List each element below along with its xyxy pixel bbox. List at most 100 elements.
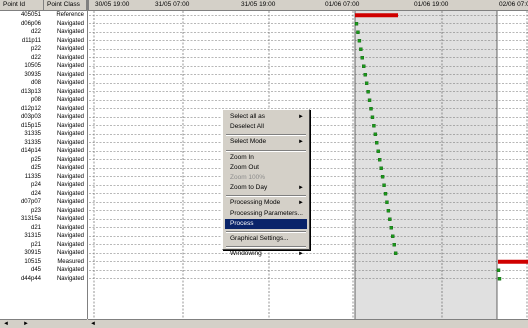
point-class-cell: Navigated — [56, 97, 84, 103]
navigated-marker — [393, 251, 398, 255]
time-tick-label: 02/06 07:00 — [499, 1, 528, 8]
point-class-cell: Navigated — [56, 114, 84, 120]
table-row[interactable]: d21 Navigated — [0, 224, 87, 232]
point-class-cell: Measured — [57, 258, 84, 265]
menu-item-windowing[interactable]: Windowing ► — [225, 249, 307, 259]
table-row[interactable]: d14p14 Navigated — [0, 147, 87, 155]
point-class-cell: Navigated — [56, 182, 84, 188]
point-class-cell: Navigated — [56, 165, 84, 171]
menu-item-zoom-100[interactable]: Zoom 100% — [225, 173, 307, 183]
point-id-cell: 11335 — [24, 173, 41, 180]
time-tick-label: 01/06 19:00 — [414, 1, 449, 8]
point-id-cell: 31315a — [20, 216, 41, 222]
submenu-arrow-icon: ► — [298, 200, 304, 207]
table-row[interactable]: d24 Navigated — [0, 190, 87, 198]
table-row[interactable]: d44p44 Navigated — [0, 275, 87, 283]
table-row[interactable]: 31335 Navigated — [0, 130, 87, 138]
table-row[interactable]: d15p15 Navigated — [0, 122, 87, 130]
navigated-marker — [385, 200, 389, 204]
table-row[interactable]: d25 Navigated — [0, 164, 87, 172]
table-row[interactable]: 30915 Navigated — [0, 249, 87, 257]
table-row[interactable]: p21 Navigated — [0, 241, 87, 249]
menu-item-label: Graphical Settings... — [230, 235, 289, 242]
table-row[interactable]: d22 Navigated — [0, 28, 87, 36]
submenu-arrow-icon: ► — [298, 251, 304, 258]
point-class-cell: Navigated — [56, 250, 84, 256]
navigated-marker — [363, 73, 367, 77]
point-class-cell: Navigated — [56, 199, 84, 205]
point-id-cell: d25 — [30, 165, 41, 171]
point-class-cell: Navigated — [56, 139, 84, 146]
menu-separator — [226, 195, 306, 198]
menu-item-label: Zoom In — [230, 153, 254, 161]
navigated-marker — [372, 124, 376, 128]
submenu-arrow-icon: ► — [298, 185, 304, 192]
table-row[interactable]: p22 Navigated — [0, 45, 87, 53]
column-header-point-id[interactable]: Point Id — [0, 0, 44, 10]
table-row[interactable]: d13p13 Navigated — [0, 88, 87, 96]
point-id-cell: p21 — [30, 241, 41, 248]
table-row[interactable]: p23 Navigated — [0, 207, 87, 215]
table-row[interactable]: 11335 Navigated — [0, 173, 87, 181]
menu-item-processing-mode[interactable]: Processing Mode ► — [225, 198, 307, 208]
table-row[interactable]: p24 Navigated — [0, 181, 87, 189]
table-row[interactable]: d45 Navigated — [0, 266, 87, 274]
menu-item-deselect-all[interactable]: Deselect All — [225, 122, 307, 132]
table-row[interactable]: 405051 Reference — [0, 11, 87, 19]
table-row[interactable]: d07p07 Navigated — [0, 198, 87, 206]
table-row[interactable]: d11p11 Navigated — [0, 37, 87, 45]
point-id-cell: 405051 — [20, 12, 41, 18]
table-row[interactable]: 31335 Navigated — [0, 139, 87, 147]
point-id-cell: d07p07 — [20, 199, 41, 205]
table-row[interactable]: d12p12 Navigated — [0, 105, 87, 113]
table-row[interactable]: p08 Navigated — [0, 96, 87, 104]
point-id-cell: d45 — [30, 267, 41, 273]
menu-item-label: Deselect All — [230, 123, 264, 131]
menu-item-process[interactable]: Process — [225, 218, 307, 229]
point-id-cell: p25 — [30, 156, 41, 163]
point-class-cell: Navigated — [56, 156, 84, 163]
point-class-cell: Navigated — [56, 131, 84, 137]
menu-item-zoom-out[interactable]: Zoom Out — [225, 163, 307, 173]
point-class-cell: Navigated — [56, 71, 84, 78]
table-row[interactable]: 31315 Navigated — [0, 232, 87, 240]
point-id-cell: d22 — [30, 54, 41, 61]
table-row[interactable]: 31315a Navigated — [0, 215, 87, 223]
timeline-horizontal-scrollbar[interactable]: ◄ — [88, 319, 528, 327]
column-header-point-class[interactable]: Point Class — [44, 0, 87, 10]
submenu-arrow-icon: ► — [298, 114, 304, 120]
point-class-cell: Navigated — [56, 173, 84, 180]
table-row[interactable]: 30935 Navigated — [0, 71, 87, 79]
menu-item-select-mode[interactable]: Select Mode ► — [225, 137, 307, 147]
context-menu: Select all as ► Deselect All Select Mode ► Zo… — [222, 109, 310, 257]
table-row[interactable]: d03p03 Navigated — [0, 113, 87, 121]
table-row[interactable]: d08 Navigated — [0, 79, 87, 87]
point-id-cell: 31335 — [24, 139, 41, 146]
menu-item-processing-parameters[interactable]: Processing Parameters... — [225, 209, 307, 219]
time-tick-label: 30/05 19:00 — [95, 1, 130, 8]
point-id-cell: d15p15 — [20, 122, 41, 129]
navigated-marker — [364, 81, 369, 85]
point-table: Point Id Point Class 405051 Reference d06p… — [0, 0, 88, 319]
navigated-marker — [356, 30, 360, 34]
navigated-marker — [359, 47, 363, 51]
measured-bar — [498, 259, 528, 264]
table-row[interactable]: 10515 Measured — [0, 258, 87, 266]
table-row[interactable]: p25 Navigated — [0, 156, 87, 164]
scroll-left-icon[interactable]: ◄ — [90, 320, 96, 327]
point-class-cell: Navigated — [56, 207, 84, 214]
table-row[interactable]: 10505 Navigated — [0, 62, 87, 70]
point-id-cell: p08 — [30, 97, 41, 103]
menu-item-zoom-in[interactable]: Zoom In — [225, 153, 307, 163]
table-row[interactable]: d06p06 Navigated — [0, 20, 87, 28]
table-row[interactable]: d22 Navigated — [0, 54, 87, 62]
navigated-marker — [370, 115, 375, 119]
navigated-marker — [375, 141, 379, 145]
menu-item-label: Select all as — [230, 113, 266, 120]
point-id-cell: d06p06 — [20, 20, 41, 27]
menu-item-zoom-to-day[interactable]: Zoom to Day ► — [225, 183, 307, 193]
menu-item-graphical-settings[interactable]: Graphical Settings... — [225, 234, 307, 244]
navigated-marker — [497, 277, 502, 281]
menu-item-select-all-as[interactable]: Select all as ► — [225, 112, 307, 122]
navigated-marker — [354, 22, 359, 26]
